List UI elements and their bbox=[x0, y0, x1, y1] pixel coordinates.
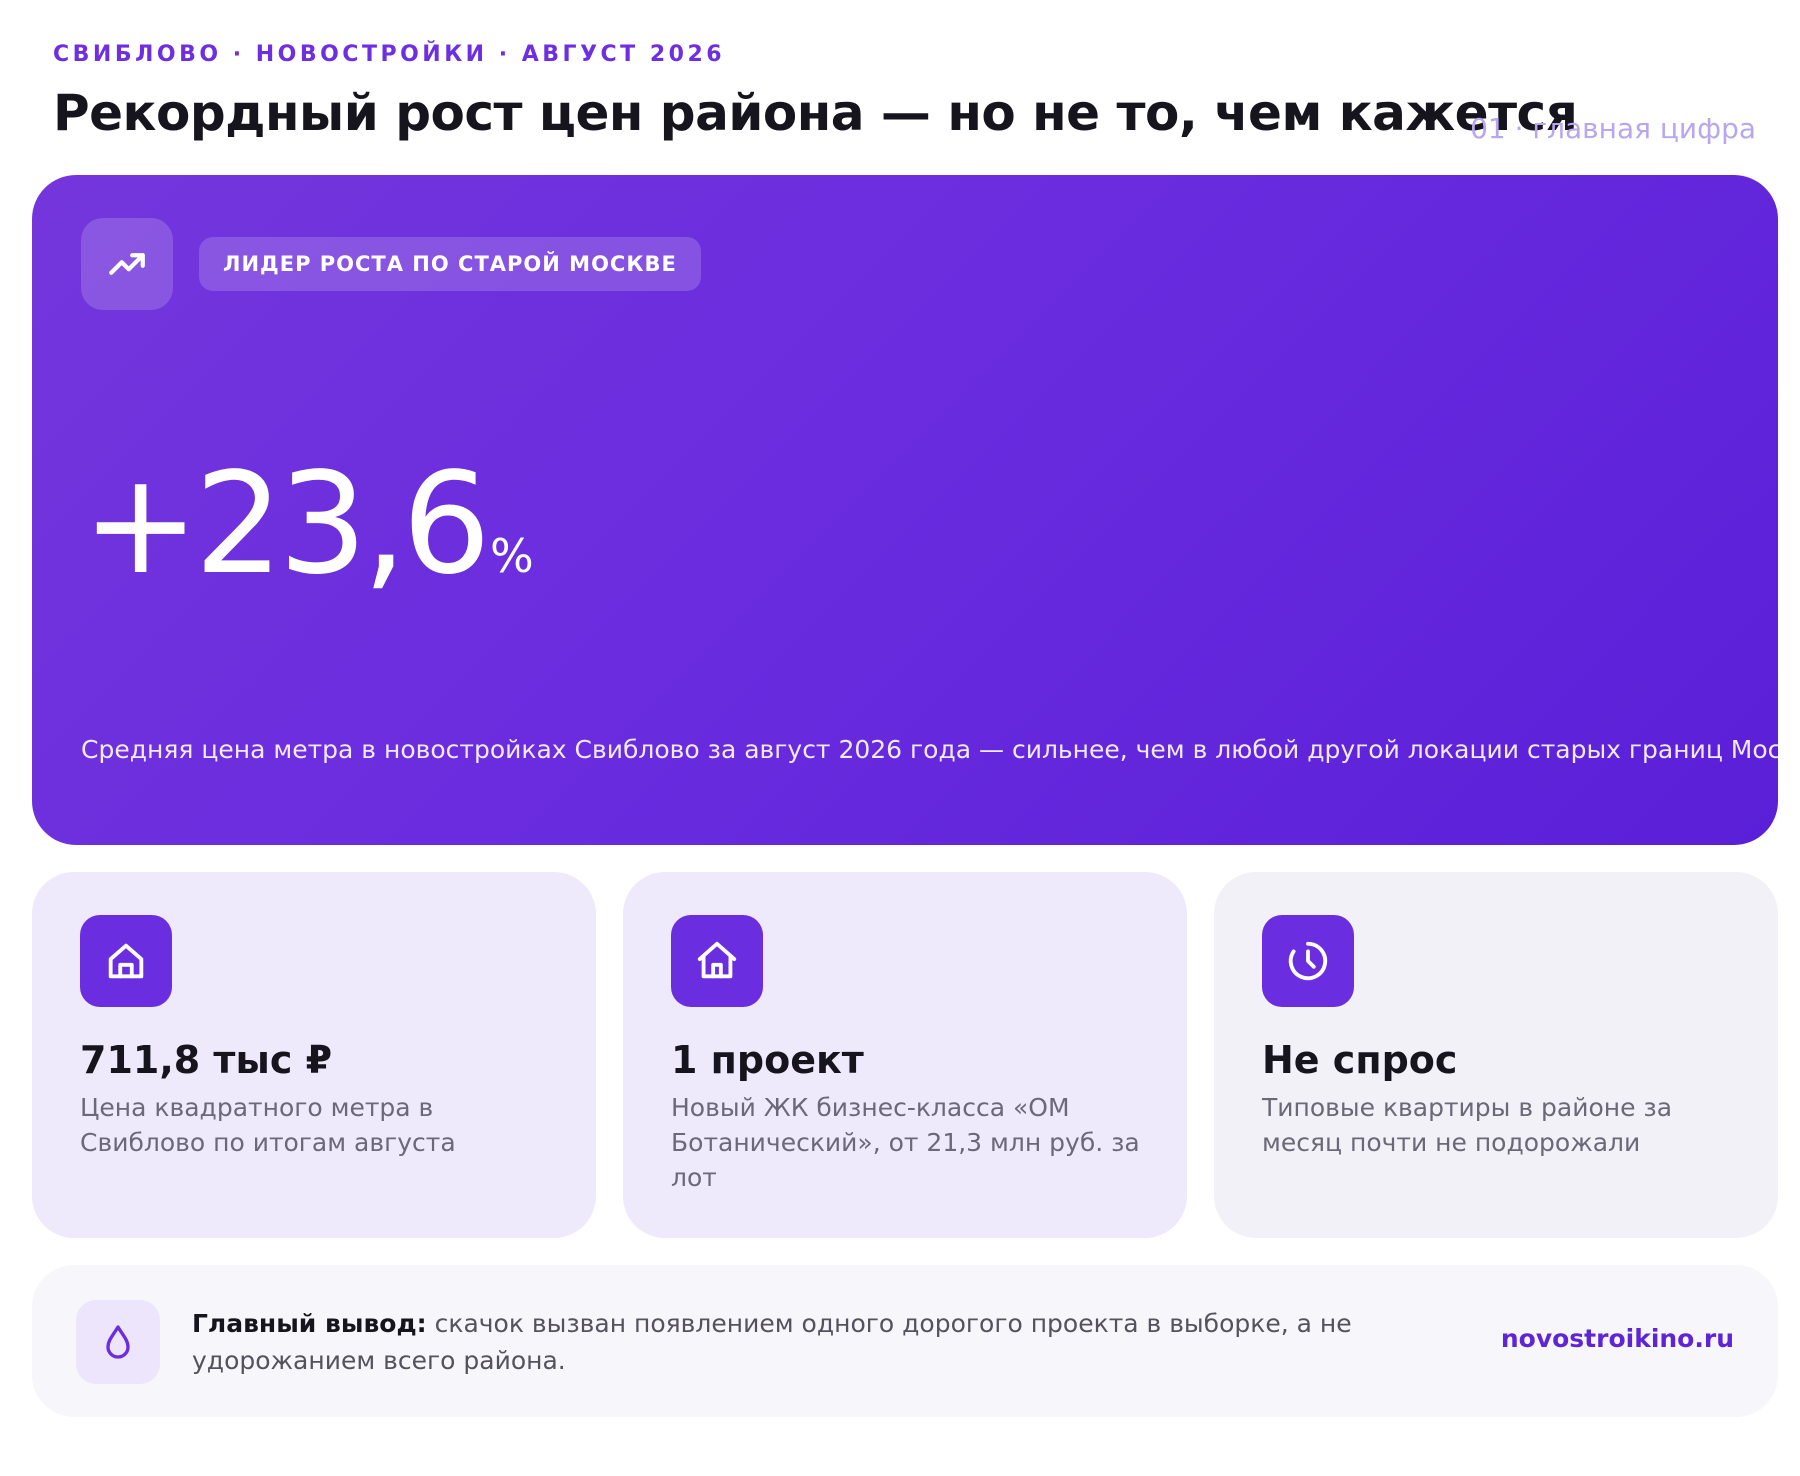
hero-number: +23,6 bbox=[82, 443, 491, 606]
card-text: Цена квадратного метра в Свиблово по ито… bbox=[80, 1093, 456, 1157]
hero-value: +23,6 % bbox=[82, 455, 534, 595]
price-card: 711,8 тыс ₽ Цена квадратного метра в Сви… bbox=[32, 872, 596, 1238]
conclusion-text: Главный вывод: скачок вызван появлением … bbox=[192, 1305, 1502, 1379]
house-icon bbox=[80, 915, 172, 1007]
clock-icon bbox=[1262, 915, 1354, 1007]
card-value: 711,8 тыс ₽ bbox=[80, 1038, 333, 1082]
site-link[interactable]: novostroikino.ru bbox=[1501, 1324, 1734, 1353]
drop-icon bbox=[76, 1300, 160, 1384]
card-value: Не спрос bbox=[1262, 1038, 1458, 1082]
kicker: СВИБЛОВО · НОВОСТРОЙКИ · АВГУСТ 2026 bbox=[53, 42, 726, 67]
page-label: 01 · главная цифра bbox=[1470, 112, 1756, 145]
card-text: Новый ЖК бизнес-класса «ОМ Ботанический»… bbox=[671, 1093, 1140, 1192]
conclusion-label: Главный вывод: bbox=[192, 1309, 427, 1338]
demand-card: Не спрос Типовые квартиры в районе за ме… bbox=[1214, 872, 1778, 1238]
conclusion-panel: Главный вывод: скачок вызван появлением … bbox=[32, 1265, 1778, 1417]
card-value: 1 проект bbox=[671, 1038, 864, 1082]
home-icon bbox=[671, 915, 763, 1007]
leader-badge: ЛИДЕР РОСТА ПО СТАРОЙ МОСКВЕ bbox=[199, 237, 701, 291]
hero-description: Средняя цена метра в новостройках Свибло… bbox=[81, 735, 1778, 764]
hero-card: ЛИДЕР РОСТА ПО СТАРОЙ МОСКВЕ +23,6 % Сре… bbox=[32, 175, 1778, 845]
page-title: Рекордный рост цен района — но не то, че… bbox=[53, 84, 1578, 142]
trending-up-icon bbox=[81, 218, 173, 310]
card-text: Типовые квартиры в районе за месяц почти… bbox=[1262, 1093, 1673, 1157]
project-card: 1 проект Новый ЖК бизнес-класса «ОМ Бота… bbox=[623, 872, 1187, 1238]
hero-unit: % bbox=[490, 529, 534, 583]
